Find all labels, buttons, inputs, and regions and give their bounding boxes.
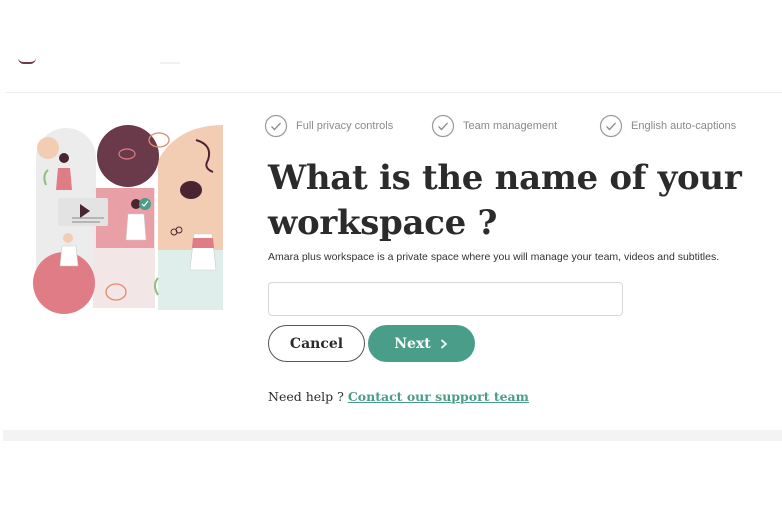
check-circle-icon: [431, 114, 455, 138]
feature-captions: English auto-captions: [599, 114, 736, 138]
logo-fragment: [18, 58, 36, 64]
logo-fragment-light: [160, 62, 180, 64]
cancel-button[interactable]: Cancel: [268, 325, 365, 362]
feature-label: Full privacy controls: [296, 120, 394, 132]
feature-label: English auto-captions: [631, 120, 737, 132]
feature-team: Team management: [431, 114, 557, 138]
page-title: What is the name of your workspace ?: [268, 158, 742, 243]
check-circle-icon: [599, 114, 623, 138]
contact-support-link[interactable]: Contact our support team: [348, 389, 529, 404]
help-line: Need help ? Contact our support team: [268, 389, 529, 404]
help-text: Need help ?: [268, 389, 344, 404]
header-divider: [6, 92, 782, 93]
check-circle-icon: [264, 114, 288, 138]
workspace-illustration: [33, 125, 223, 314]
next-button[interactable]: Next: [368, 325, 475, 362]
next-button-label: Next: [394, 335, 431, 352]
workspace-name-input[interactable]: [268, 282, 623, 316]
feature-list: Full privacy controls Team management En…: [264, 114, 744, 140]
feature-label: Team management: [463, 120, 558, 132]
footer-band: [3, 430, 782, 441]
chevron-right-icon: [440, 339, 447, 348]
feature-privacy: Full privacy controls: [264, 114, 393, 138]
cancel-button-label: Cancel: [289, 335, 344, 352]
page-subtitle: Amara plus workspace is a private space …: [268, 251, 720, 263]
